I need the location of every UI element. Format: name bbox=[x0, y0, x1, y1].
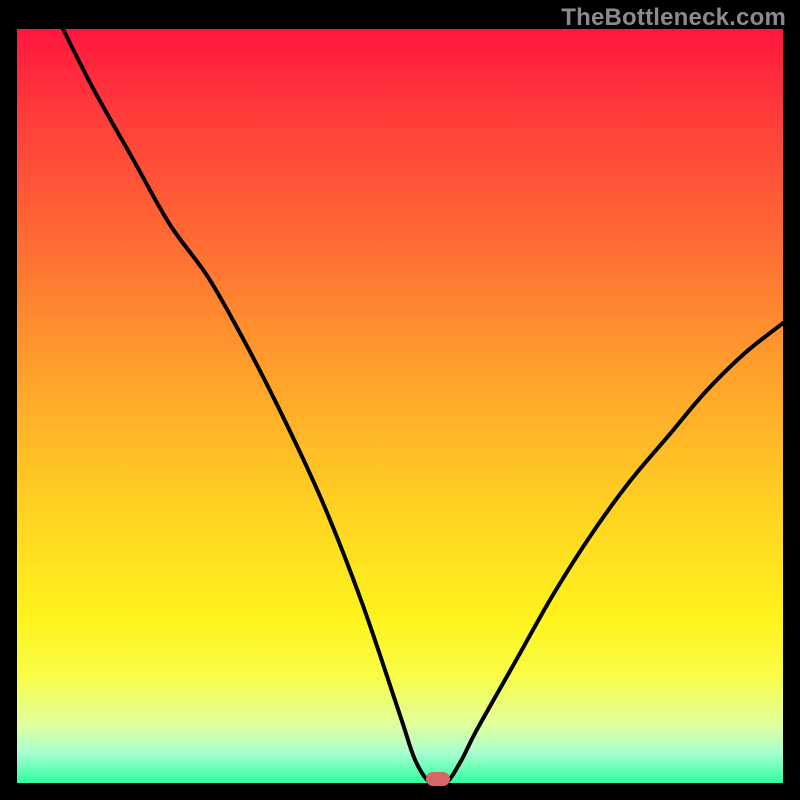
optimal-marker bbox=[426, 772, 450, 786]
chart-frame: TheBottleneck.com bbox=[0, 0, 800, 800]
plot-area bbox=[17, 29, 783, 783]
bottleneck-curve bbox=[17, 29, 783, 783]
watermark-text: TheBottleneck.com bbox=[561, 4, 786, 32]
